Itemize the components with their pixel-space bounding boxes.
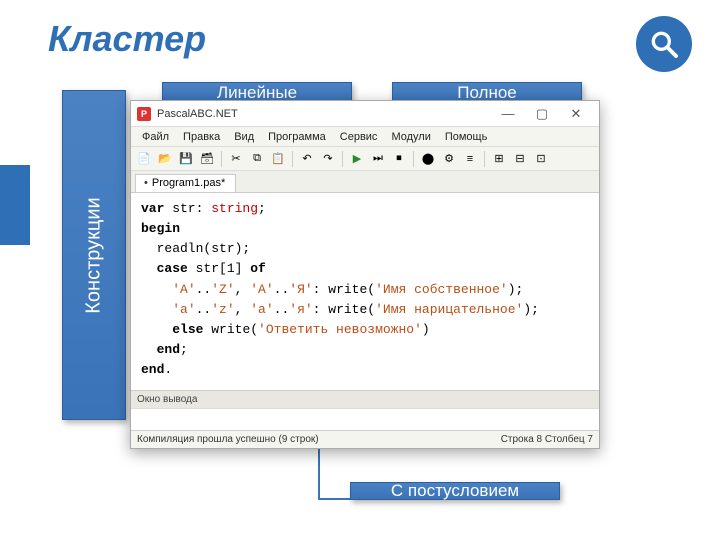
output-panel-header[interactable]: Окно вывода: [131, 390, 599, 408]
slide-accent-bar: [0, 165, 30, 245]
undo-icon[interactable]: ↶: [298, 150, 316, 168]
minimize-button[interactable]: —: [491, 103, 525, 125]
ide-menubar: Файл Правка Вид Программа Сервис Модули …: [131, 127, 599, 147]
cut-icon[interactable]: ✂: [227, 150, 245, 168]
save-all-icon[interactable]: 🗃: [198, 150, 216, 168]
menu-program[interactable]: Программа: [262, 129, 332, 145]
toolbar-separator: [342, 151, 343, 167]
open-file-icon[interactable]: 📂: [156, 150, 174, 168]
ide-toolbar: 📄 📂 💾 🗃 ✂ ⧉ 📋 ↶ ↷ ▶ ⏭ ⏹ ⬤ ⚙ ≡ ⊞ ⊟ ⊡: [131, 147, 599, 171]
status-compile-message: Компиляция прошла успешно (9 строк): [137, 434, 501, 445]
tool-icon[interactable]: ⊡: [532, 150, 550, 168]
paste-icon[interactable]: 📋: [269, 150, 287, 168]
ide-titlebar[interactable]: P PascalABC.NET — ▢ ✕: [131, 101, 599, 127]
code-editor[interactable]: var str: string; begin readln(str); case…: [131, 193, 599, 390]
tool-icon[interactable]: ≡: [461, 150, 479, 168]
run-icon[interactable]: ▶: [348, 150, 366, 168]
menu-edit[interactable]: Правка: [177, 129, 226, 145]
ide-tabbar: • Program1.pas*: [131, 171, 599, 193]
chip-bottom: С постусловием: [350, 482, 560, 500]
chip-label: С постусловием: [391, 481, 519, 501]
debug-icon[interactable]: ⚙: [440, 150, 458, 168]
unsaved-dot-icon: •: [144, 177, 148, 189]
app-icon: P: [137, 107, 151, 121]
redo-icon[interactable]: ↷: [319, 150, 337, 168]
magnify-badge[interactable]: [636, 16, 692, 72]
toolbar-separator: [413, 151, 414, 167]
tool-icon[interactable]: ⊞: [490, 150, 508, 168]
ide-statusbar: Компиляция прошла успешно (9 строк) Стро…: [131, 430, 599, 448]
output-panel-body[interactable]: [131, 408, 599, 430]
toolbar-separator: [292, 151, 293, 167]
stop-icon[interactable]: ⏹: [390, 150, 408, 168]
save-icon[interactable]: 💾: [177, 150, 195, 168]
tool-icon[interactable]: ⊟: [511, 150, 529, 168]
editor-tab[interactable]: • Program1.pas*: [135, 174, 236, 192]
magnifier-icon: [648, 28, 680, 60]
toolbar-separator: [221, 151, 222, 167]
cluster-root-label: Конструкции: [83, 197, 106, 313]
copy-icon[interactable]: ⧉: [248, 150, 266, 168]
close-button[interactable]: ✕: [559, 103, 593, 125]
breakpoint-icon[interactable]: ⬤: [419, 150, 437, 168]
menu-help[interactable]: Помощь: [439, 129, 494, 145]
maximize-button[interactable]: ▢: [525, 103, 559, 125]
menu-service[interactable]: Сервис: [334, 129, 384, 145]
menu-view[interactable]: Вид: [228, 129, 260, 145]
page-title: Кластер: [48, 18, 206, 60]
toolbar-separator: [484, 151, 485, 167]
status-cursor-position: Строка 8 Столбец 7: [501, 434, 593, 445]
cluster-root-box: Конструкции: [62, 90, 126, 420]
new-file-icon[interactable]: 📄: [135, 150, 153, 168]
menu-file[interactable]: Файл: [136, 129, 175, 145]
tab-label: Program1.pas*: [152, 177, 225, 189]
menu-modules[interactable]: Модули: [385, 129, 436, 145]
step-icon[interactable]: ⏭: [369, 150, 387, 168]
app-title: PascalABC.NET: [157, 108, 491, 120]
ide-window: P PascalABC.NET — ▢ ✕ Файл Правка Вид Пр…: [130, 100, 600, 449]
connector-line: [318, 498, 350, 500]
